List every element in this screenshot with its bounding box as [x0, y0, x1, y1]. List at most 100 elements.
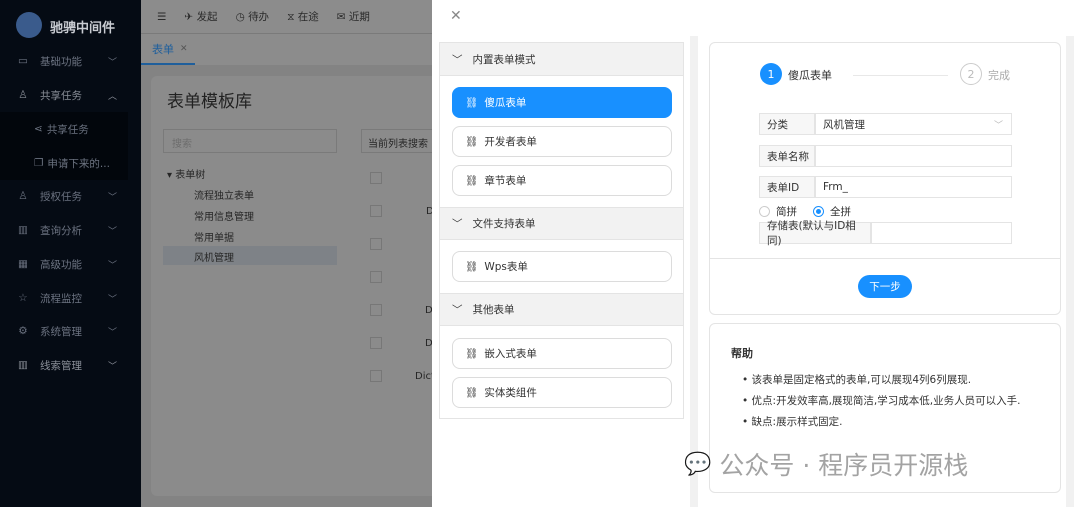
checkbox[interactable]: [370, 172, 382, 184]
section-builtin[interactable]: ﹀ 内置表单模式: [440, 43, 683, 76]
sidebar-item-system[interactable]: ⚙ 系统管理 ﹀: [0, 314, 141, 348]
chevron-up-icon: ︿: [107, 91, 117, 102]
category-label: 分类: [759, 113, 815, 135]
checkbox[interactable]: [370, 238, 382, 250]
chevron-down-icon: ﹀: [993, 120, 1003, 131]
sidebar-item-authorized[interactable]: ♙ 授权任务 ﹀: [0, 179, 141, 213]
form-type-simple[interactable]: ⛓ 傻瓜表单: [452, 87, 672, 118]
radio-full-pinyin[interactable]: [813, 206, 824, 217]
toolbar-recent[interactable]: ✉ 近期: [337, 9, 370, 24]
form-type-developer[interactable]: ⛓ 开发者表单: [452, 126, 672, 157]
users-icon: ♙: [18, 190, 28, 202]
left-scrollbar[interactable]: [690, 36, 698, 507]
checkbox[interactable]: [370, 304, 382, 316]
sidebar: 驰骋中间件 ▭ 基础功能 ﹀ ♙ 共享任务 ︿ ⋖ 共享任务 ❐ 申请下来的... ♙ 授权任…: [0, 0, 141, 507]
form-name-input[interactable]: [815, 145, 1012, 167]
tree-root[interactable]: ▾ 表单树: [167, 166, 205, 181]
sidebar-item-monitor[interactable]: ☆ 流程监控 ﹀: [0, 281, 141, 315]
chevron-down-icon: ﹀: [107, 294, 117, 305]
storage-input[interactable]: [871, 222, 1012, 244]
logo: [16, 12, 42, 38]
wechat-icon: 💬: [684, 451, 712, 477]
tree-node[interactable]: 常用单据: [194, 229, 234, 244]
radio-short-pinyin[interactable]: [759, 206, 770, 217]
chevron-down-icon: ﹀: [107, 57, 117, 68]
checkbox[interactable]: [370, 370, 382, 382]
chevron-down-icon: ﹀: [107, 192, 117, 203]
form-type-entity[interactable]: ⛓ 实体类组件: [452, 377, 672, 408]
sidebar-item-advanced[interactable]: ▦ 高级功能 ﹀: [0, 247, 141, 281]
category-select[interactable]: 风机管理 ﹀: [815, 113, 1012, 135]
sidebar-item-shared[interactable]: ♙ 共享任务 ︿: [0, 78, 141, 112]
next-step-button[interactable]: 下一步: [858, 275, 912, 298]
top-toolbar: ☰ ✈ 发起 ◷ 待办 ⧖ 在途 ✉ 近期: [141, 0, 432, 33]
gear-icon: ⚙: [18, 325, 28, 337]
main-area: ☰ ✈ 发起 ◷ 待办 ⧖ 在途 ✉ 近期 表单 ✕ 表单模板库 搜索 ▾ 表单树…: [141, 0, 451, 507]
chevron-down-icon: ﹀: [452, 304, 463, 316]
menu-collapse-icon[interactable]: ☰: [157, 11, 166, 23]
form-id-label: 表单ID: [759, 176, 815, 198]
form-type-chapter[interactable]: ⛓ 章节表单: [452, 165, 672, 196]
help-item: • 优点:开发效率高,展现简洁,学习成本低,业务人员可以入手.: [742, 395, 1021, 407]
help-item: • 缺点:展示样式固定.: [742, 416, 843, 428]
sidebar-item-leads[interactable]: ▥ 线索管理 ﹀: [0, 348, 141, 382]
tree-node[interactable]: 常用信息管理: [194, 208, 254, 223]
section-other[interactable]: ﹀ 其他表单: [440, 293, 683, 326]
sidebar-item-query[interactable]: ▥ 查询分析 ﹀: [0, 213, 141, 247]
chevron-down-icon: ﹀: [452, 218, 463, 230]
link-icon: ⛓: [465, 348, 479, 360]
user-share-icon: ♙: [18, 89, 28, 101]
chevron-down-icon: ﹀: [452, 53, 463, 66]
bar-chart-icon: ▥: [18, 224, 28, 236]
star-icon: ☆: [18, 292, 28, 304]
toolbar-inprogress[interactable]: ⧖ 在途: [287, 9, 319, 24]
chevron-down-icon: ﹀: [107, 260, 117, 271]
sidebar-subitem-applied[interactable]: ❐ 申请下来的...: [0, 146, 128, 180]
page-title: 表单模板库: [167, 92, 252, 112]
tree-search-input[interactable]: 搜索: [163, 129, 337, 153]
close-icon[interactable]: ✕: [180, 44, 188, 54]
grid-icon: ▦: [18, 258, 28, 270]
step-2-label: 完成: [988, 69, 1010, 82]
form-id-input[interactable]: Frm_: [815, 176, 1012, 198]
form-card: 1 傻瓜表单 2 完成 分类 风机管理 ﹀ 表单名称 表单ID Frm_ 简拼 全…: [709, 42, 1061, 315]
close-icon[interactable]: ✕: [450, 8, 462, 24]
section-file[interactable]: ﹀ 文件支持表单: [440, 207, 683, 240]
chevron-down-icon: ﹀: [107, 226, 117, 237]
share-icon: ⋖: [34, 123, 43, 135]
tree-node[interactable]: 流程独立表单: [194, 187, 254, 202]
step-2-indicator: 2: [960, 63, 982, 85]
right-scrollbar[interactable]: [1066, 36, 1074, 507]
help-title: 帮助: [731, 347, 753, 360]
new-form-drawer: ✕ ﹀ 内置表单模式 ⛓ 傻瓜表单 ⛓ 开发者表单 ⛓ 章节表单 ﹀ 文件支持表单 ⛓ Wp…: [432, 0, 1080, 507]
step-connector: [853, 75, 948, 76]
form-type-embedded[interactable]: ⛓ 嵌入式表单: [452, 338, 672, 369]
link-icon: ⛓: [465, 261, 479, 273]
step-1-indicator: 1: [760, 63, 782, 85]
sidebar-subitem-shared[interactable]: ⋖ 共享任务: [0, 112, 128, 146]
tab-form[interactable]: 表单 ✕: [141, 34, 195, 65]
divider: [710, 258, 1060, 259]
checkbox[interactable]: [370, 271, 382, 283]
copy-icon: ❐: [34, 157, 44, 169]
bar-chart-icon: ▥: [18, 359, 28, 371]
sidebar-item-basic[interactable]: ▭ 基础功能 ﹀: [0, 44, 141, 78]
help-item: • 该表单是固定格式的表单,可以展现4列6列展现.: [742, 374, 972, 386]
tab-bar: 表单 ✕: [141, 33, 432, 65]
tree-node-selected[interactable]: 风机管理: [163, 246, 337, 265]
link-icon: ⛓: [465, 387, 479, 399]
chevron-down-icon: ﹀: [107, 361, 117, 372]
list-search-input[interactable]: 当前列表搜索: [361, 129, 441, 153]
checkbox[interactable]: [370, 337, 382, 349]
form-type-wps[interactable]: ⛓ Wps表单: [452, 251, 672, 282]
link-icon: ⛓: [465, 175, 479, 187]
link-icon: ⛓: [465, 97, 479, 109]
toolbar-start[interactable]: ✈ 发起: [184, 9, 217, 24]
form-type-panel: ﹀ 内置表单模式 ⛓ 傻瓜表单 ⛓ 开发者表单 ⛓ 章节表单 ﹀ 文件支持表单 ⛓ Wps表…: [439, 42, 684, 419]
checkbox[interactable]: [370, 205, 382, 217]
toolbar-todo[interactable]: ◷ 待办: [236, 9, 270, 24]
brand-name: 驰骋中间件: [50, 21, 116, 36]
pinyin-radio-group: 简拼 全拼: [759, 204, 851, 219]
storage-label: 存储表(默认与ID相同): [759, 220, 871, 247]
link-icon: ⛓: [465, 136, 479, 148]
